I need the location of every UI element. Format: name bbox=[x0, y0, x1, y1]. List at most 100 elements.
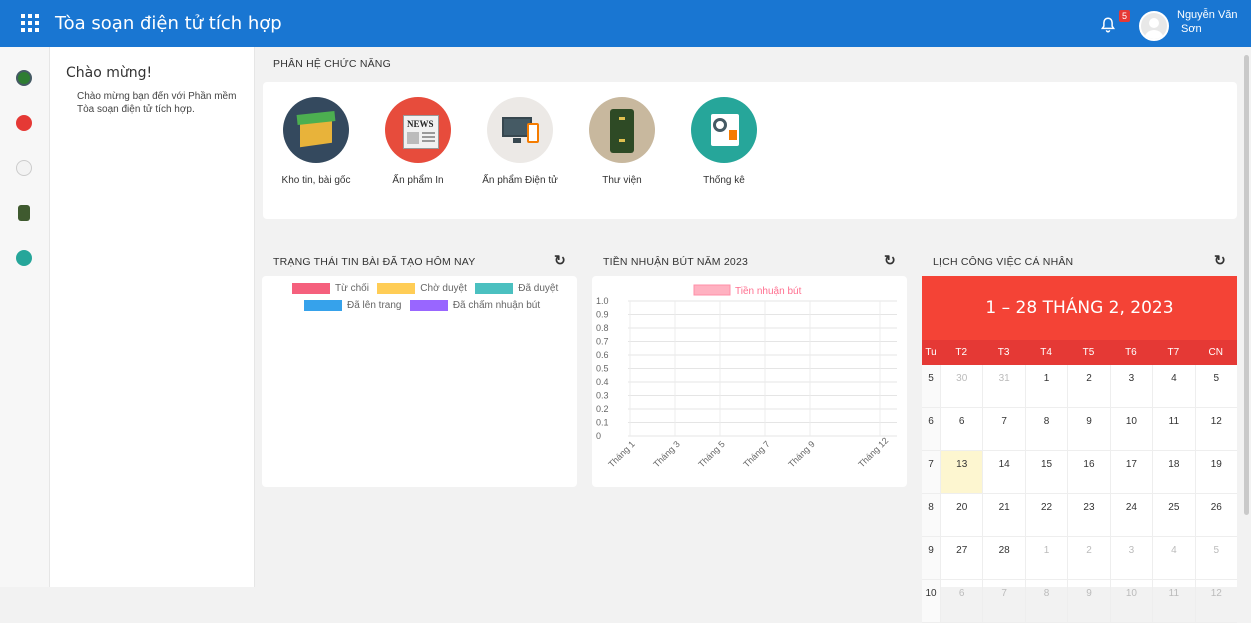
calendar-day[interactable]: 15 bbox=[1024, 451, 1067, 493]
calendar-weeks: 5 30 31 1 2 3 4 5 6 6 7 8 9 10 11 12 7 13 14 15 16 17 18 19 8 20 2… bbox=[922, 365, 1237, 623]
calendar-day[interactable]: 19 bbox=[1194, 451, 1237, 493]
refresh-icon[interactable]: ↻ bbox=[884, 252, 896, 269]
legend-item[interactable]: Đã lên trang bbox=[304, 300, 401, 311]
calendar-day[interactable]: 3 bbox=[1109, 365, 1152, 407]
module-statistics[interactable]: Thống kê bbox=[679, 97, 769, 187]
calendar-day[interactable]: 20 bbox=[940, 494, 982, 536]
y-tick-label: 0.1 bbox=[596, 418, 609, 428]
grid-menu-icon[interactable] bbox=[20, 13, 40, 33]
rail-statistics-icon[interactable] bbox=[16, 250, 32, 266]
calendar-day[interactable]: 27 bbox=[940, 537, 982, 579]
x-tick-label: Tháng 5 bbox=[696, 439, 726, 469]
refresh-icon[interactable]: ↻ bbox=[1214, 252, 1226, 269]
module-label: Kho tin, bài gốc bbox=[281, 175, 351, 186]
calendar-day[interactable]: 8 bbox=[1024, 408, 1067, 450]
week-number: 10 bbox=[922, 580, 940, 622]
user-name[interactable]: Nguyễn Văn Sơn bbox=[1177, 8, 1247, 36]
legend-label: Tiền nhuận bút bbox=[735, 285, 802, 297]
y-tick-label: 0 bbox=[596, 431, 601, 441]
calendar-day[interactable]: 28 bbox=[982, 537, 1024, 579]
x-tick-label: Tháng 12 bbox=[856, 435, 890, 469]
legend-item[interactable]: Từ chối bbox=[292, 283, 369, 294]
legend-item[interactable]: Đã chấm nhuận bút bbox=[409, 300, 540, 311]
calendar-day[interactable]: 13 bbox=[940, 451, 983, 493]
bell-icon[interactable] bbox=[1099, 16, 1117, 34]
y-tick-label: 0.6 bbox=[596, 350, 609, 360]
newspaper-icon: NEWS bbox=[385, 97, 451, 163]
calendar-day[interactable]: 4 bbox=[1152, 365, 1194, 407]
calendar-dow: T7 bbox=[1167, 347, 1180, 358]
calendar-week-row: 6 6 7 8 9 10 11 12 bbox=[922, 408, 1237, 451]
calendar-day[interactable]: 9 bbox=[1067, 408, 1109, 450]
calendar-day[interactable]: 1 bbox=[1024, 365, 1067, 407]
y-tick-label: 0.2 bbox=[596, 404, 609, 414]
calendar-day[interactable]: 1 bbox=[1024, 537, 1067, 579]
calendar-week-row: 9 27 28 1 2 3 4 5 bbox=[922, 537, 1237, 580]
rail-newspaper-icon[interactable] bbox=[16, 115, 32, 131]
calendar-day[interactable]: 2 bbox=[1067, 537, 1109, 579]
calendar-day[interactable]: 4 bbox=[1152, 537, 1194, 579]
calendar-dow: Tu bbox=[925, 347, 937, 358]
calendar-dow: T4 bbox=[1040, 347, 1052, 358]
y-tick-label: 0.7 bbox=[596, 337, 609, 347]
module-archive[interactable]: Kho tin, bài gốc bbox=[271, 97, 361, 187]
calendar-day[interactable]: 7 bbox=[982, 580, 1024, 622]
calendar-day[interactable]: 9 bbox=[1067, 580, 1109, 622]
module-label: Ấn phẩm In bbox=[392, 175, 444, 186]
calendar-day[interactable]: 10 bbox=[1109, 580, 1152, 622]
module-digital[interactable]: Ấn phẩm Điện tử bbox=[475, 97, 565, 187]
calendar-day[interactable]: 31 bbox=[982, 365, 1024, 407]
calendar-day[interactable]: 10 bbox=[1109, 408, 1152, 450]
legend-item[interactable]: Đã duyệt bbox=[475, 283, 558, 294]
calendar-day[interactable]: 17 bbox=[1109, 451, 1152, 493]
rail-devices-icon[interactable] bbox=[16, 160, 32, 176]
legend-item[interactable]: Chờ duyệt bbox=[377, 283, 467, 294]
calendar-day[interactable]: 5 bbox=[1194, 537, 1237, 579]
avatar[interactable] bbox=[1139, 11, 1169, 41]
royalty-chart: Tiền nhuận bút 1.0 0.9 0.8 0.7 0.6 0.5 0.4 0.3 0.… bbox=[596, 284, 897, 469]
scrollbar[interactable] bbox=[1242, 47, 1251, 587]
calendar-title: LỊCH CÔNG VIỆC CÁ NHÂN bbox=[933, 256, 1074, 268]
x-tick-label: Tháng 3 bbox=[651, 439, 681, 469]
calendar-day[interactable]: 30 bbox=[940, 365, 982, 407]
welcome-text: Chào mừng bạn đến với Phần mềm Tòa soạn … bbox=[77, 91, 237, 115]
week-number: 5 bbox=[922, 365, 940, 407]
rail-file-cabinet-icon[interactable] bbox=[18, 205, 30, 221]
calendar-day[interactable]: 21 bbox=[982, 494, 1024, 536]
calendar-day[interactable]: 11 bbox=[1152, 408, 1194, 450]
calendar-day[interactable]: 12 bbox=[1194, 580, 1237, 622]
calendar-week-row: 7 13 14 15 16 17 18 19 bbox=[922, 451, 1237, 494]
calendar-dow: T5 bbox=[1082, 347, 1095, 358]
rail-box-icon[interactable] bbox=[16, 70, 32, 86]
x-tick-label: Tháng 7 bbox=[741, 439, 771, 469]
calendar-day[interactable]: 7 bbox=[982, 408, 1024, 450]
calendar-day[interactable]: 22 bbox=[1024, 494, 1067, 536]
refresh-icon[interactable]: ↻ bbox=[554, 252, 566, 269]
top-bar: Tòa soạn điện tử tích hợp 5 Nguyễn Văn Sơ… bbox=[0, 0, 1251, 47]
y-tick-label: 0.5 bbox=[596, 364, 609, 374]
module-print[interactable]: NEWS Ấn phẩm In bbox=[373, 97, 463, 187]
calendar-dow: T2 bbox=[955, 347, 968, 358]
calendar-day[interactable]: 26 bbox=[1194, 494, 1237, 536]
calendar-day[interactable]: 5 bbox=[1194, 365, 1237, 407]
week-number: 7 bbox=[922, 451, 940, 493]
calendar-day-headers: Tu T2 T3 T4 T5 T6 T7 CN bbox=[922, 340, 1237, 365]
calendar-day[interactable]: 16 bbox=[1067, 451, 1109, 493]
calendar-day[interactable]: 6 bbox=[940, 580, 982, 622]
calendar-day[interactable]: 11 bbox=[1152, 580, 1194, 622]
y-tick-label: 0.9 bbox=[596, 310, 609, 320]
calendar-day[interactable]: 6 bbox=[940, 408, 982, 450]
calendar-day[interactable]: 18 bbox=[1152, 451, 1194, 493]
calendar-day[interactable]: 24 bbox=[1109, 494, 1152, 536]
calendar-day[interactable]: 2 bbox=[1067, 365, 1109, 407]
legend-swatch bbox=[693, 284, 731, 296]
x-tick-label: Tháng 1 bbox=[606, 439, 636, 469]
calendar-day[interactable]: 25 bbox=[1152, 494, 1194, 536]
calendar-day[interactable]: 8 bbox=[1024, 580, 1067, 622]
module-library[interactable]: Thư viện bbox=[577, 97, 667, 187]
calendar-day[interactable]: 23 bbox=[1067, 494, 1109, 536]
calendar-day[interactable]: 14 bbox=[982, 451, 1024, 493]
app-title[interactable]: Tòa soạn điện tử tích hợp bbox=[55, 13, 282, 34]
calendar-day[interactable]: 3 bbox=[1109, 537, 1152, 579]
calendar-day[interactable]: 12 bbox=[1194, 408, 1237, 450]
